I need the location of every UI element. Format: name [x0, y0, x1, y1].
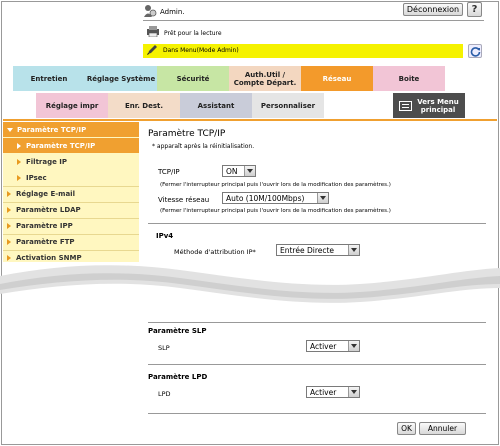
arrow-icon — [7, 207, 11, 213]
sidebar-item-ipsec[interactable]: IPsec — [3, 170, 139, 185]
speed-select[interactable]: Auto (10M/100Mbps) — [222, 192, 329, 204]
speed-label: Vitesse réseau — [158, 196, 210, 204]
sidebar-item-ftp[interactable]: Paramètre FTP — [3, 234, 139, 249]
sidebar-item-label: Paramètre TCP/IP — [17, 125, 87, 134]
divider — [148, 364, 486, 365]
slp-title: Paramètre SLP — [148, 327, 207, 335]
tcpip-hint: (Fermer l'interrupteur principal puis l'… — [160, 182, 391, 188]
cancel-button[interactable]: Annuler — [419, 422, 466, 435]
tab-personnaliser[interactable]: Personnaliser — [252, 93, 324, 118]
tabs-underline — [3, 119, 497, 121]
expanded-icon — [7, 127, 13, 132]
slp-label: SLP — [158, 344, 170, 352]
chevron-down-icon — [348, 245, 359, 255]
main-menu-button[interactable]: Vers Menu principal — [393, 93, 465, 118]
divider — [148, 223, 486, 224]
user-name: Admin. — [160, 8, 185, 16]
pencil-icon — [146, 44, 158, 56]
speed-value: Auto (10M/100Mbps) — [226, 193, 305, 203]
reset-note: * apparaît après la réinitialisation. — [152, 143, 255, 150]
arrow-icon — [17, 174, 21, 181]
sidebar-item-label: Filtrage IP — [26, 157, 68, 166]
speed-hint: (Fermer l'interrupteur principal puis l'… — [160, 208, 391, 214]
lpd-title: Paramètre LPD — [148, 373, 208, 381]
sidebar-item-label: Paramètre TCP/IP — [26, 141, 96, 150]
sidebar-item-email[interactable]: Réglage E-mail — [3, 186, 139, 201]
sidebar-item-filtrage-ip[interactable]: Filtrage IP — [3, 154, 139, 169]
tab-reseau[interactable]: Réseau — [301, 66, 373, 91]
chevron-down-icon — [317, 193, 328, 203]
arrow-icon — [7, 239, 11, 245]
slp-select[interactable]: Activer — [306, 340, 360, 352]
arrow-icon — [17, 158, 21, 165]
tab-enr-dest[interactable]: Enr. Dest. — [108, 93, 180, 118]
tcpip-select[interactable]: ON — [222, 165, 256, 177]
sidebar-item-label: Paramètre LDAP — [16, 206, 81, 214]
refresh-icon[interactable] — [468, 44, 482, 58]
arrow-icon — [17, 142, 21, 149]
status-mode: Dans Menu(Mode Admin) — [163, 47, 239, 54]
page-break — [0, 262, 500, 322]
printer-icon — [146, 26, 160, 38]
tab-auth-compte[interactable]: Auth.Util / Compte Départ. — [229, 66, 301, 91]
sidebar-item-label: Paramètre FTP — [16, 238, 75, 246]
slp-value: Activer — [310, 341, 337, 351]
menu-icon — [399, 100, 412, 111]
arrow-icon — [7, 255, 11, 261]
sidebar-item-label: Réglage E-mail — [16, 190, 75, 198]
tab-entretien[interactable]: Entretien — [13, 66, 85, 91]
logout-button[interactable]: Déconnexion — [403, 3, 463, 16]
ok-button[interactable]: OK — [397, 422, 416, 435]
lpd-select[interactable]: Activer — [306, 386, 360, 398]
tab-reglage-systeme[interactable]: Réglage Système — [85, 66, 157, 91]
help-button[interactable]: ? — [467, 2, 482, 17]
user-icon — [143, 4, 157, 18]
chevron-down-icon — [348, 341, 359, 351]
method-label: Méthode d'attribution IP* — [174, 248, 256, 256]
sidebar-item-ldap[interactable]: Paramètre LDAP — [3, 202, 139, 217]
page-title: Paramètre TCP/IP — [148, 129, 226, 139]
tcpip-value: ON — [226, 166, 238, 176]
status-ready: Prêt pour la lecture — [164, 30, 222, 37]
sidebar-item-label: Paramètre IPP — [16, 222, 73, 230]
tab-securite[interactable]: Sécurité — [157, 66, 229, 91]
divider — [148, 322, 486, 323]
sidebar-item-label: IPsec — [26, 173, 47, 182]
tab-reglage-impr[interactable]: Réglage impr — [36, 93, 108, 118]
arrow-icon — [7, 223, 11, 229]
header-divider — [143, 20, 484, 21]
ipv4-label: IPv4 — [156, 232, 174, 240]
method-value: Entrée Directe — [280, 245, 335, 255]
method-select[interactable]: Entrée Directe — [276, 244, 360, 256]
lpd-value: Activer — [310, 387, 337, 397]
lpd-label: LPD — [158, 390, 171, 398]
arrow-icon — [7, 191, 11, 197]
tab-boite[interactable]: Boite — [373, 66, 445, 91]
main-menu-label: Vers Menu principal — [417, 97, 459, 114]
chevron-down-icon — [348, 387, 359, 397]
divider — [148, 413, 486, 414]
sidebar-item-tcpip[interactable]: Paramètre TCP/IP — [3, 138, 139, 153]
sidebar-item-label: Activation SNMP — [16, 254, 82, 262]
chevron-down-icon — [244, 166, 255, 176]
sidebar-item-ipp[interactable]: Paramètre IPP — [3, 218, 139, 233]
tab-assistant[interactable]: Assistant — [180, 93, 252, 118]
tcpip-label: TCP/IP — [158, 168, 180, 176]
sidebar-item-tcpip-group[interactable]: Paramètre TCP/IP — [3, 122, 139, 137]
